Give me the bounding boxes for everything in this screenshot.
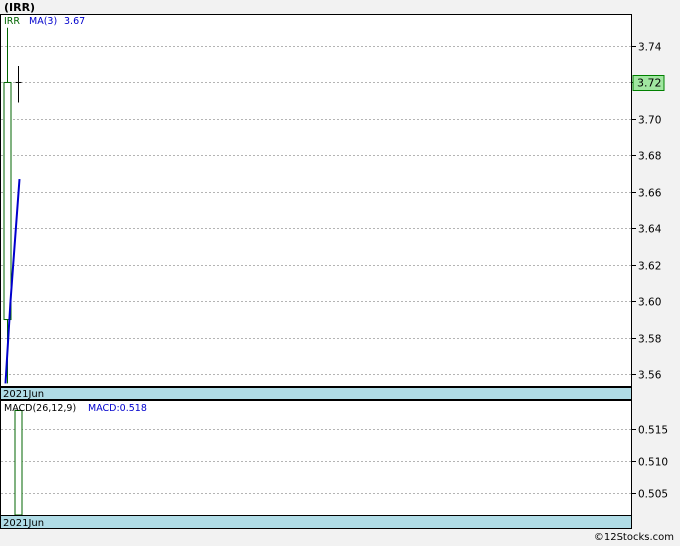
last-price-label: 3.72	[637, 77, 662, 90]
price-panel: 3.74 3.72 3.70 3.68 3.66 3.64 3.62 3.60 3.58 3.56…	[0, 14, 665, 400]
price-tick-label: 3.56	[638, 370, 662, 382]
legend-ma-value: 3.67	[64, 16, 85, 27]
price-x-label: 2021Jun	[3, 389, 44, 400]
stock-chart: 3.74 3.72 3.70 3.68 3.66 3.64 3.62 3.60 3.58 3.56…	[0, 14, 668, 529]
macd-marks	[14, 410, 23, 516]
price-y-axis: 3.74 3.72 3.70 3.68 3.66 3.64 3.62 3.60 3.58 3.56	[631, 42, 662, 382]
macd-tick-label: 0.510	[638, 457, 668, 469]
price-tick-label: 3.58	[638, 334, 661, 346]
macd-plot-area	[0, 400, 632, 516]
macd-tick-label: 0.505	[638, 489, 668, 501]
price-date-band	[0, 387, 632, 400]
price-tick-label: 3.60	[638, 297, 661, 309]
macd-panel: 0.515 0.510 0.505 2021Jun MACD(26,12,9) MA…	[0, 400, 668, 529]
last-price-marker: 3.72	[632, 75, 665, 91]
macd-tick-label: 0.515	[638, 425, 668, 437]
price-tick-label: 3.64	[638, 224, 662, 236]
price-tick-label: 3.70	[638, 115, 661, 127]
macd-legend: MACD(26,12,9) MACD:0.518	[4, 403, 147, 414]
legend-macd-params: MACD(26,12,9)	[4, 403, 76, 414]
price-tick-label: 3.62	[638, 261, 661, 273]
macd-date-band	[0, 515, 632, 529]
price-plot-area	[0, 14, 632, 387]
legend-irr: IRR	[4, 16, 20, 27]
macd-x-label: 2021Jun	[3, 518, 44, 529]
legend-ma: MA(3)	[29, 16, 57, 27]
macd-bar	[14, 410, 23, 516]
price-tick-label: 3.66	[638, 188, 662, 200]
legend-macd-value: MACD:0.518	[88, 403, 147, 414]
price-tick-label: 3.68	[638, 151, 661, 163]
candle-body	[3, 81, 12, 321]
watermark: ©12Stocks.com	[593, 532, 674, 543]
price-legend: IRR MA(3) 3.67	[4, 16, 85, 27]
macd-y-axis: 0.515 0.510 0.505	[631, 425, 668, 501]
price-tick-label: 3.74	[638, 42, 662, 54]
